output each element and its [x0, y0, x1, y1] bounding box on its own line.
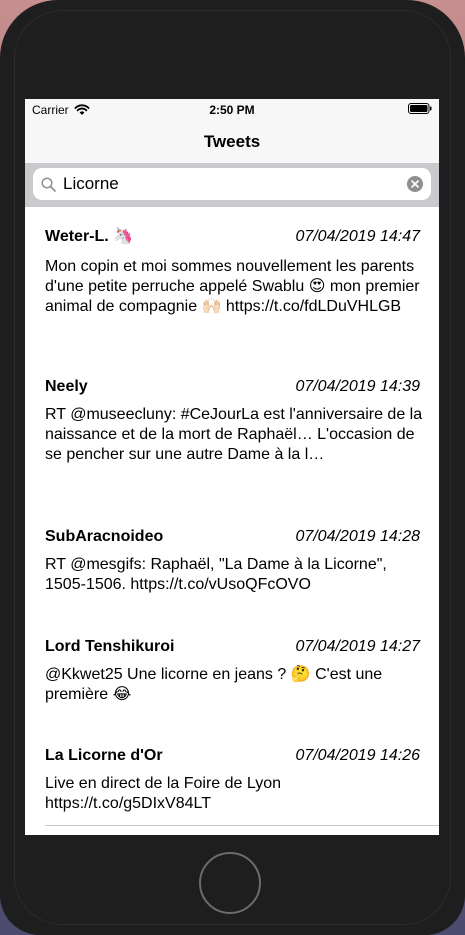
search-input-value: Licorne — [63, 174, 119, 193]
tweet-date: 07/04/2019 14:47 — [295, 228, 420, 245]
tweet-date: 07/04/2019 14:28 — [295, 528, 420, 545]
tweet-author: Lord Tenshikuroi — [45, 638, 175, 655]
row-separator — [45, 825, 439, 826]
status-time: 2:50 PM — [209, 103, 255, 117]
tweet-author: Neely — [45, 378, 88, 395]
status-bar: Carrier 2:50 PM — [25, 99, 439, 121]
tweet-text: RT @museecluny: #CeJourLa est l'annivers… — [45, 406, 423, 463]
page-title: Tweets — [203, 132, 261, 151]
tweet-author: La Licorne d'Or — [45, 747, 163, 764]
clear-search-icon[interactable] — [407, 176, 423, 192]
tweet-author: Weter-L. 🦄 — [45, 228, 134, 245]
battery-icon — [408, 103, 432, 114]
navigation-bar: Tweets — [25, 121, 439, 163]
screen: Carrier 2:50 PM Tweets Licorne Weter-L. … — [25, 99, 439, 835]
search-icon — [41, 177, 56, 192]
phone-frame: Carrier 2:50 PM Tweets Licorne Weter-L. … — [0, 0, 465, 935]
home-button[interactable] — [199, 852, 261, 914]
tweet-text: @Kkwet25 Une licorne en jeans ? 🤔 C'est … — [45, 666, 383, 703]
tweet-date: 07/04/2019 14:27 — [295, 638, 420, 655]
tweet-date: 07/04/2019 14:26 — [295, 747, 420, 764]
tweet-date: 07/04/2019 14:39 — [295, 378, 420, 395]
search-bar: Licorne — [25, 163, 439, 207]
tweet-text: Live en direct de la Foire de Lyon https… — [45, 775, 281, 812]
tweet-author: SubAracnoideo — [45, 528, 164, 545]
tweet-text: RT @mesgifs: Raphaël, "La Dame à la Lico… — [45, 556, 387, 593]
search-input[interactable]: Licorne — [33, 168, 431, 200]
tweet-text: Mon copin et moi sommes nouvellement les… — [45, 258, 420, 315]
